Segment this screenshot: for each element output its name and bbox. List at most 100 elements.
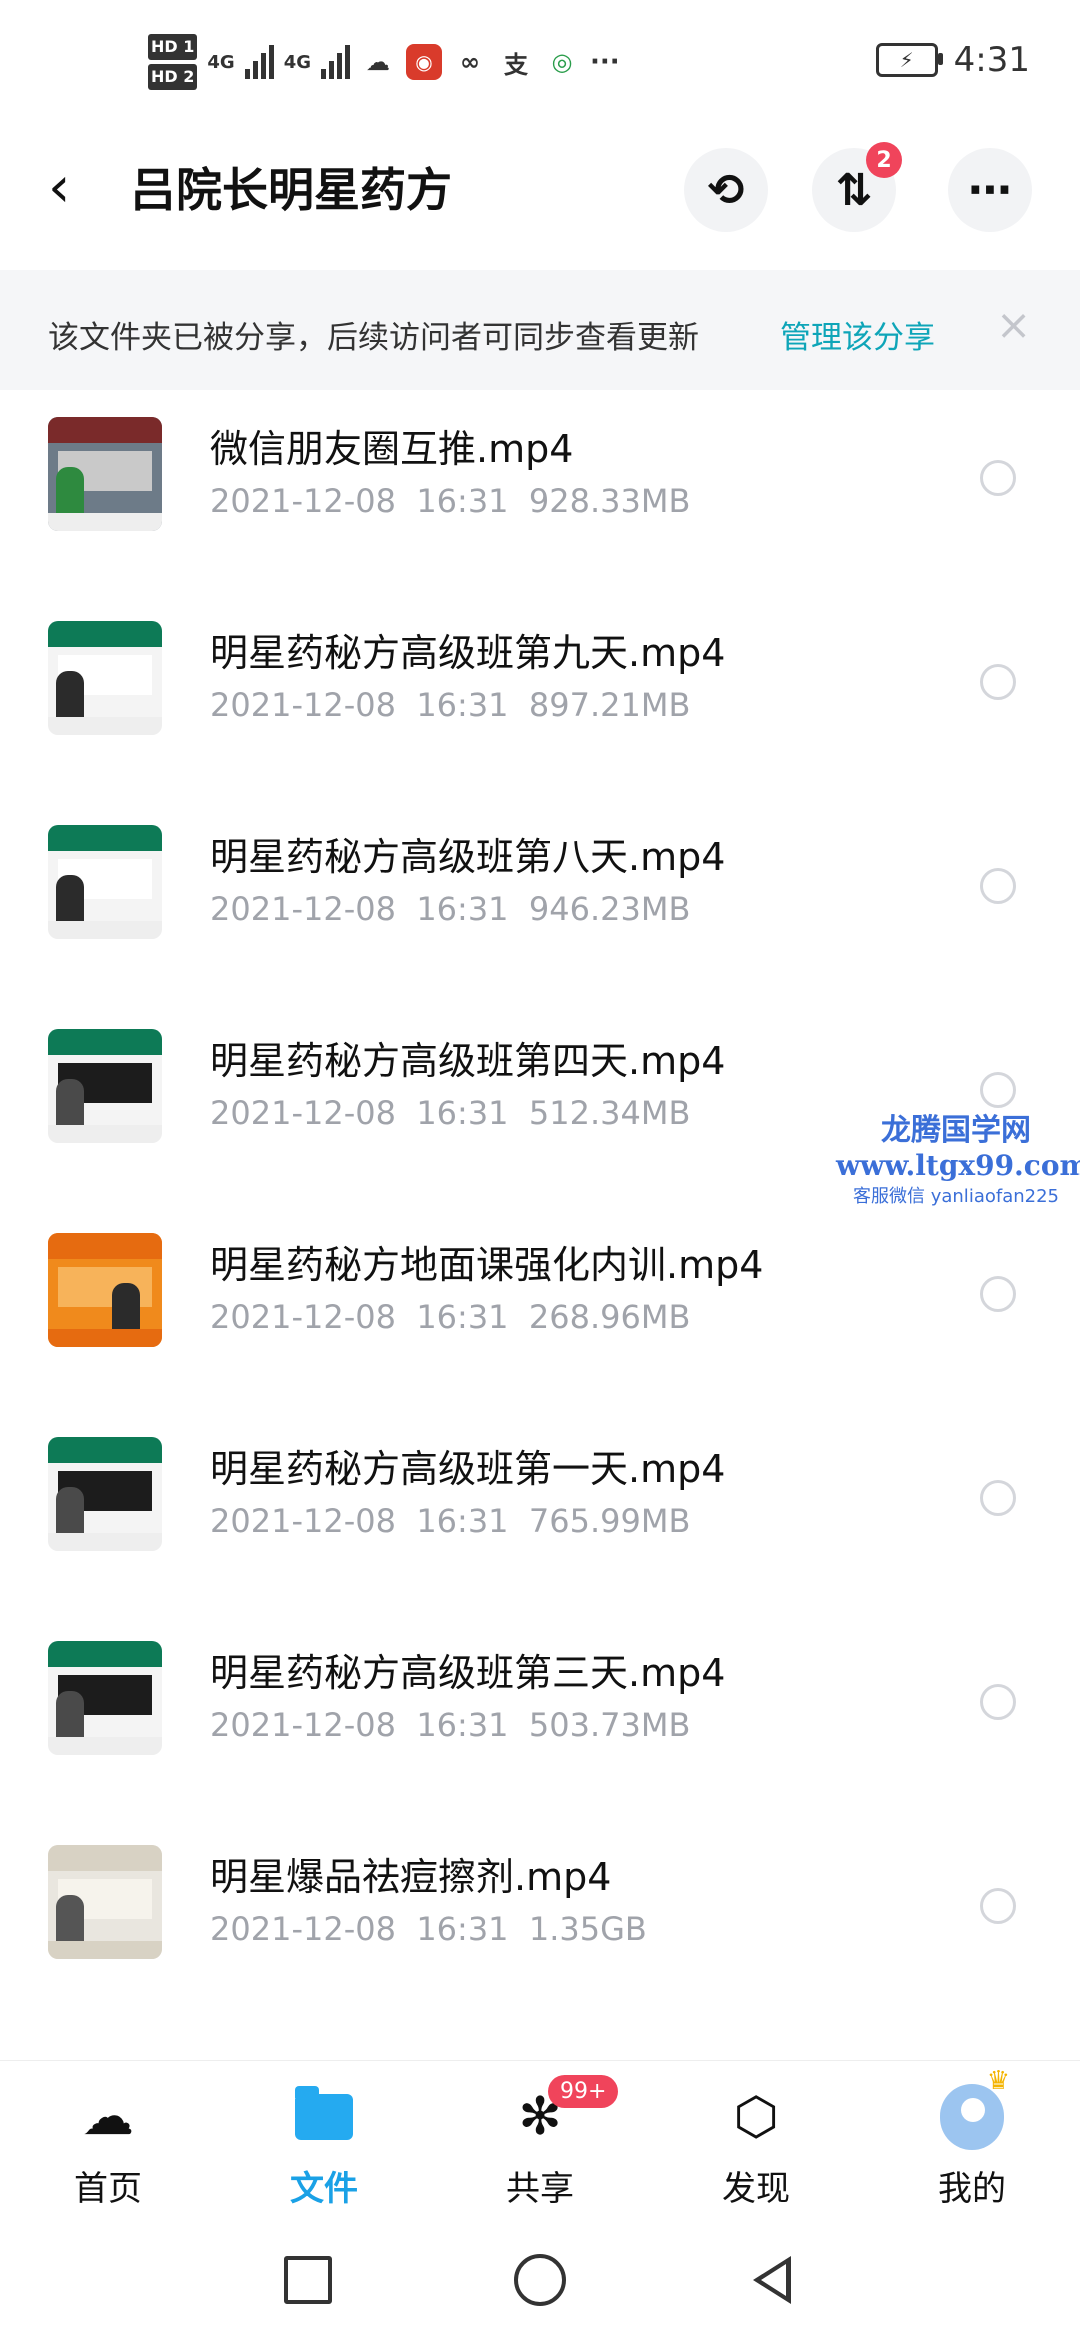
list-item[interactable]: 微信朋友圈互推.mp4 2021-12-08 16:31 928.33MB xyxy=(0,390,1080,594)
video-thumbnail xyxy=(48,1233,162,1347)
file-name: 明星药秘方高级班第九天.mp4 xyxy=(210,631,726,675)
back-icon[interactable]: ‹ xyxy=(48,160,70,216)
select-radio[interactable] xyxy=(980,460,1016,496)
nav-profile[interactable]: ♛ 我的 xyxy=(897,2066,1047,2210)
banner-text: 该文件夹已被分享，后续访问者可同步查看更新 xyxy=(48,320,699,356)
profile-icon: ♛ xyxy=(940,2066,1010,2150)
nav-label: 我的 xyxy=(938,2169,1006,2209)
list-item[interactable]: 明星药秘方高级班第三天.mp4 2021-12-08 16:31 503.73M… xyxy=(0,1614,1080,1818)
green-app-icon: ◎ xyxy=(551,48,573,76)
discover-icon: ⬡ xyxy=(733,2087,779,2147)
file-meta: 2021-12-08 16:31 503.73MB xyxy=(210,1706,691,1744)
video-thumbnail xyxy=(48,1641,162,1755)
more-status-icon: ··· xyxy=(590,47,620,77)
sim-indicators: HD 1 HD 2 xyxy=(148,32,198,92)
file-name: 明星药秘方地面课强化内训.mp4 xyxy=(210,1243,764,1287)
share-badge: 99+ xyxy=(548,2075,619,2108)
hd1-label: HD 1 xyxy=(148,34,198,60)
history-button[interactable]: ⟲ xyxy=(684,148,768,232)
transfer-badge: 2 xyxy=(866,142,902,178)
video-thumbnail xyxy=(48,621,162,735)
nav-label: 发现 xyxy=(722,2169,790,2209)
share-icon: ✻ 99+ xyxy=(508,2075,619,2149)
video-thumbnail xyxy=(48,825,162,939)
watermark-title: 龙腾国学网 xyxy=(881,1113,1031,1148)
close-icon[interactable]: × xyxy=(996,300,1031,349)
status-left: HD 1 HD 2 4G 4G ☁ ◉ ∞ 支 ◎ ··· xyxy=(148,32,620,92)
watermark: 龙腾国学网 www.ltgx99.com 客服微信 yanliaofan225 xyxy=(836,1105,1080,1208)
file-name: 明星药秘方高级班第八天.mp4 xyxy=(210,835,726,879)
more-button[interactable]: ⋯ xyxy=(948,148,1032,232)
video-thumbnail xyxy=(48,417,162,531)
page-title: 吕院长明星药方 xyxy=(130,163,452,217)
video-thumbnail xyxy=(48,1029,162,1143)
file-name: 明星药秘方高级班第一天.mp4 xyxy=(210,1447,726,1491)
net1-label: 4G xyxy=(207,51,235,73)
link-app-icon: ∞ xyxy=(460,48,480,76)
nav-discover[interactable]: ⬡ 发现 xyxy=(681,2085,831,2210)
list-item[interactable]: 明星药秘方高级班第八天.mp4 2021-12-08 16:31 946.23M… xyxy=(0,798,1080,1002)
file-meta: 2021-12-08 16:31 897.21MB xyxy=(210,686,691,724)
select-radio[interactable] xyxy=(980,1480,1016,1516)
square-icon xyxy=(284,2256,332,2304)
cloud-app-icon: ☁ xyxy=(366,48,390,76)
watermark-contact: 客服微信 yanliaofan225 xyxy=(853,1186,1059,1207)
more-icon: ⋯ xyxy=(968,164,1012,216)
select-radio[interactable] xyxy=(980,664,1016,700)
video-thumbnail xyxy=(48,1437,162,1551)
cloud-icon: ☁ xyxy=(82,2087,134,2147)
net2-label: 4G xyxy=(283,51,311,73)
back-button[interactable] xyxy=(742,2250,802,2310)
select-radio[interactable] xyxy=(980,1888,1016,1924)
file-meta: 2021-12-08 16:31 1.35GB xyxy=(210,1910,647,1948)
list-item[interactable]: 明星药秘方地面课强化内训.mp4 2021-12-08 16:31 268.96… xyxy=(0,1206,1080,1410)
file-name: 明星药秘方高级班第四天.mp4 xyxy=(210,1039,726,1083)
system-nav xyxy=(0,2220,1080,2340)
nav-label: 首页 xyxy=(74,2169,142,2209)
header: ‹ 吕院长明星药方 ⟲ ⇅ 2 ⋯ xyxy=(0,130,1080,250)
nav-files[interactable]: 文件 xyxy=(249,2085,399,2210)
file-name: 微信朋友圈互推.mp4 xyxy=(210,427,574,471)
app-icon-red: ◉ xyxy=(406,44,442,80)
nav-label: 文件 xyxy=(290,2169,358,2209)
list-item[interactable]: 明星爆品祛痘擦剂.mp4 2021-12-08 16:31 1.35GB xyxy=(0,1818,1080,2022)
transfer-button[interactable]: ⇅ 2 xyxy=(812,142,902,232)
watermark-url: www.ltgx99.com xyxy=(836,1149,1080,1182)
manage-share-link[interactable]: 管理该分享 xyxy=(780,312,935,357)
clock: 4:31 xyxy=(953,40,1030,80)
nav-share[interactable]: ✻ 99+ 共享 xyxy=(465,2075,619,2210)
nav-label: 共享 xyxy=(506,2169,574,2209)
signal-icon-2 xyxy=(321,45,350,79)
circle-icon xyxy=(514,2254,566,2306)
home-button[interactable] xyxy=(510,2250,570,2310)
file-name: 明星爆品祛痘擦剂.mp4 xyxy=(210,1855,612,1899)
signal-icon xyxy=(244,45,274,79)
hd2-label: HD 2 xyxy=(148,64,198,90)
status-bar: HD 1 HD 2 4G 4G ☁ ◉ ∞ 支 ◎ ··· ⚡ 4:31 xyxy=(0,0,1080,130)
select-radio[interactable] xyxy=(980,1072,1016,1108)
crown-icon: ♛ xyxy=(986,2066,1010,2096)
folder-icon xyxy=(292,2085,356,2149)
alipay-icon: 支 xyxy=(504,50,528,79)
recents-button[interactable] xyxy=(278,2250,338,2310)
file-meta: 2021-12-08 16:31 946.23MB xyxy=(210,890,691,928)
battery-icon: ⚡ xyxy=(875,43,943,77)
file-name: 明星药秘方高级班第三天.mp4 xyxy=(210,1651,726,1695)
transfer-icon: ⇅ xyxy=(835,164,873,216)
file-meta: 2021-12-08 16:31 268.96MB xyxy=(210,1298,691,1336)
file-meta: 2021-12-08 16:31 765.99MB xyxy=(210,1502,691,1540)
file-meta: 2021-12-08 16:31 928.33MB xyxy=(210,482,691,520)
list-item[interactable]: 明星药秘方高级班第一天.mp4 2021-12-08 16:31 765.99M… xyxy=(0,1410,1080,1614)
share-banner: 该文件夹已被分享，后续访问者可同步查看更新 管理该分享 × xyxy=(0,270,1080,390)
triangle-back-icon xyxy=(753,2256,791,2304)
select-radio[interactable] xyxy=(980,1276,1016,1312)
select-radio[interactable] xyxy=(980,868,1016,904)
select-radio[interactable] xyxy=(980,1684,1016,1720)
status-right: ⚡ 4:31 xyxy=(875,40,1030,80)
bottom-nav: ☁ 首页 文件 ✻ 99+ 共享 ⬡ 发现 ♛ 我的 xyxy=(0,2060,1080,2221)
file-meta: 2021-12-08 16:31 512.34MB xyxy=(210,1094,691,1132)
video-thumbnail xyxy=(48,1845,162,1959)
history-icon: ⟲ xyxy=(707,164,745,216)
nav-home[interactable]: ☁ 首页 xyxy=(33,2085,183,2210)
list-item[interactable]: 明星药秘方高级班第九天.mp4 2021-12-08 16:31 897.21M… xyxy=(0,594,1080,798)
